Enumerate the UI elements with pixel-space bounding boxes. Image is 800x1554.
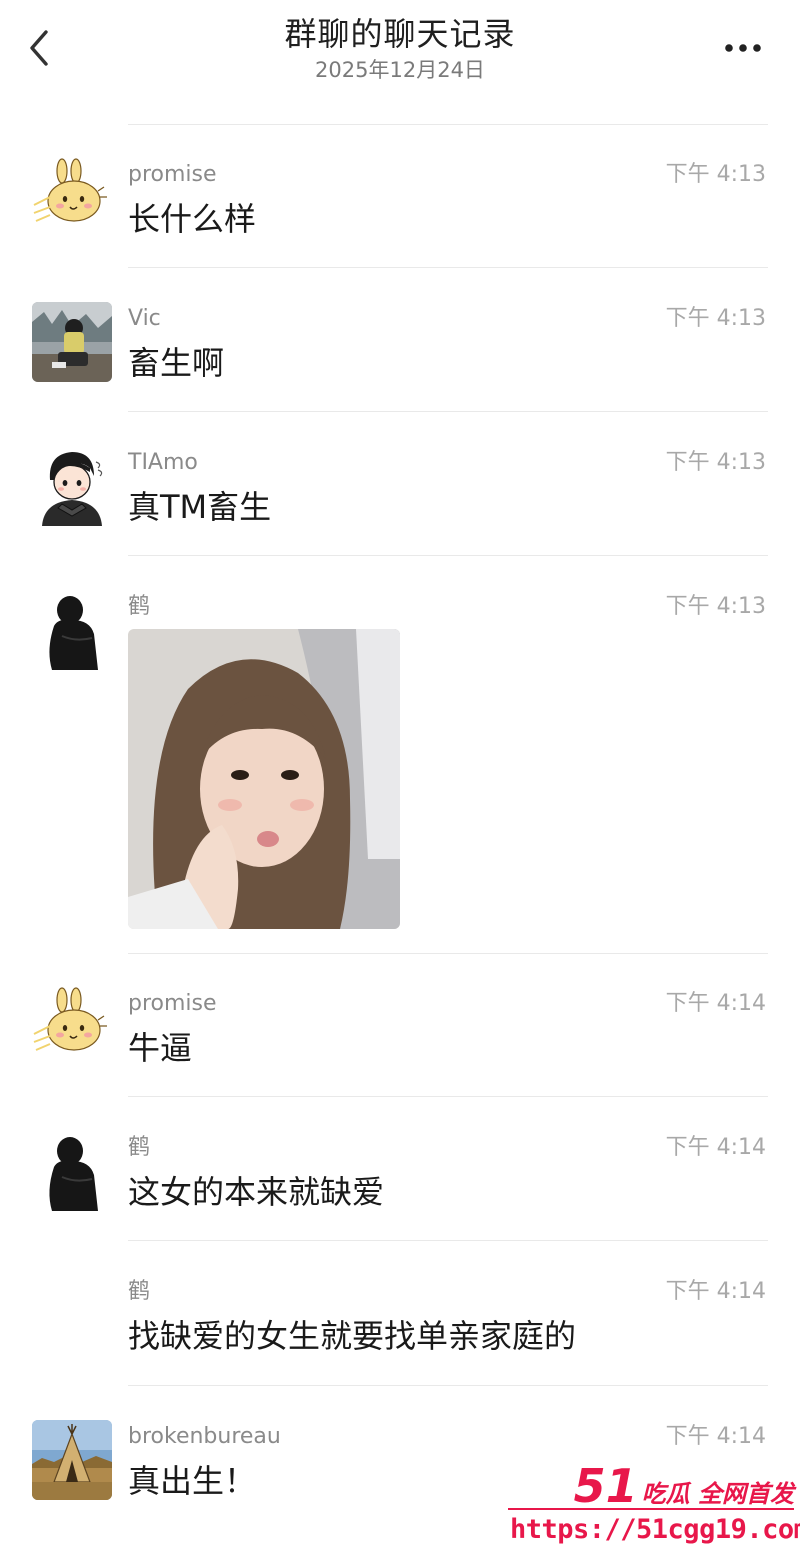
message-time: 下午 4:14 <box>665 991 766 1016</box>
sender-name: 鹤 <box>128 1135 151 1160</box>
divider <box>128 1240 768 1241</box>
avatar[interactable] <box>32 1131 112 1211</box>
title-block: 群聊的聊天记录 2025年12月24日 <box>200 14 600 84</box>
message-time: 下午 4:14 <box>665 1424 766 1449</box>
message-text: 真出生！ <box>128 1462 257 1500</box>
message-image[interactable] <box>128 629 400 929</box>
photo-avatar-icon <box>32 302 112 382</box>
message-time: 下午 4:14 <box>665 1279 766 1304</box>
message-time: 下午 4:13 <box>665 450 766 475</box>
avatar[interactable] <box>32 986 112 1066</box>
page-title: 群聊的聊天记录 <box>284 15 516 53</box>
watermark-url: https://51cgg19.com <box>510 1514 800 1545</box>
sender-name: promise <box>128 162 217 187</box>
divider <box>128 1385 768 1386</box>
nav-header: 群聊的聊天记录 2025年12月24日 <box>0 0 800 110</box>
message-text: 牛逼 <box>128 1029 193 1067</box>
divider <box>128 267 768 268</box>
message-time: 下午 4:13 <box>665 306 766 331</box>
divider <box>128 953 768 954</box>
sender-name: 鹤 <box>128 1279 151 1304</box>
divider <box>128 411 768 412</box>
message-text: 长什么样 <box>128 200 257 238</box>
sender-name: brokenbureau <box>128 1424 281 1449</box>
avatar[interactable] <box>32 446 112 526</box>
sender-name: TIAmo <box>128 450 198 475</box>
more-dots-icon <box>725 44 761 52</box>
sender-name: promise <box>128 991 217 1016</box>
chevron-left-icon <box>30 30 48 66</box>
watermark: 51 吃瓜 全网首发 https://51cgg19.com <box>500 1460 800 1554</box>
message-text: 找缺爱的女生就要找单亲家庭的 <box>128 1317 577 1355</box>
more-button[interactable] <box>722 30 766 66</box>
cartoon-boy-avatar-icon <box>32 446 112 526</box>
divider <box>128 1096 768 1097</box>
message-text: 这女的本来就缺爱 <box>128 1173 385 1211</box>
watermark-text: 吃瓜 全网首发 <box>641 1480 794 1508</box>
watermark-brand: 51 吃瓜 全网首发 <box>574 1460 794 1520</box>
avatar[interactable] <box>32 590 112 670</box>
bunny-avatar-icon <box>32 157 112 237</box>
tent-landscape-avatar-icon <box>32 1420 112 1500</box>
message-text: 畜生啊 <box>128 344 225 382</box>
message-text: 真TM畜生 <box>128 488 272 526</box>
bunny-avatar-icon <box>32 986 112 1066</box>
message-time: 下午 4:13 <box>665 162 766 187</box>
sender-name: 鹤 <box>128 594 151 619</box>
avatar[interactable] <box>32 1420 112 1500</box>
divider <box>128 555 768 556</box>
back-button[interactable] <box>26 28 52 68</box>
sender-name: Vic <box>128 306 161 331</box>
dark-figure-avatar-icon <box>32 1131 112 1211</box>
avatar[interactable] <box>32 302 112 382</box>
watermark-number: 51 <box>573 1459 638 1513</box>
avatar[interactable] <box>32 157 112 237</box>
selfie-photo-icon <box>128 629 400 929</box>
message-time: 下午 4:14 <box>665 1135 766 1160</box>
page-date: 2025年12月24日 <box>315 58 485 82</box>
message-time: 下午 4:13 <box>665 594 766 619</box>
watermark-underline <box>508 1508 794 1510</box>
divider <box>128 124 768 125</box>
dark-figure-avatar-icon <box>32 590 112 670</box>
